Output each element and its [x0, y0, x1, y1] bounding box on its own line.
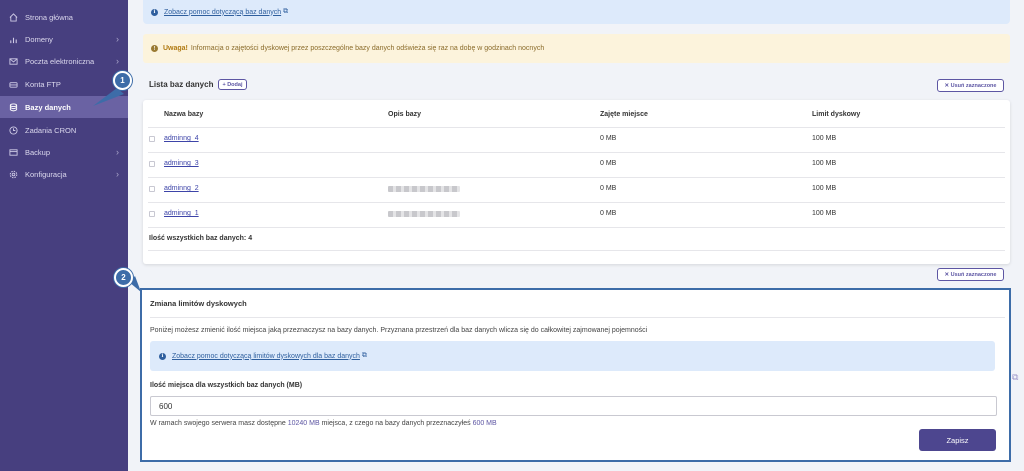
warning-title: Uwaga!	[163, 45, 188, 52]
help-link-limits[interactable]: Zobacz pomoc dotyczącą limitów dyskowych…	[172, 353, 360, 360]
gear-icon	[9, 170, 18, 179]
available-space: 10240 MB	[287, 420, 320, 427]
hint-text: W ramach swojego serwera masz dostępne	[150, 420, 288, 427]
sidebar-item-label: Bazy danych	[25, 102, 71, 112]
disk-limit: 100 MB	[812, 160, 837, 167]
used-space: 0 MB	[600, 185, 617, 192]
chevron-right-icon: ›	[116, 147, 119, 157]
table-row: adminng_1 0 MB 100 MB	[143, 202, 1010, 227]
home-icon	[9, 12, 18, 22]
disk-limit: 100 MB	[812, 185, 837, 192]
sidebar-item-label: Domeny	[25, 34, 53, 44]
limit-field-label: Ilość miejsca dla wszystkich baz danych …	[150, 382, 303, 389]
blurred-description	[388, 186, 460, 192]
database-name-link[interactable]: adminng_3	[164, 160, 199, 167]
database-list-title: Lista baz danych + Dodaj	[149, 79, 247, 90]
callout-marker-2: 2	[114, 268, 133, 287]
sidebar-item-domains[interactable]: Domeny ›	[0, 28, 128, 50]
add-database-button[interactable]: + Dodaj	[218, 79, 247, 90]
remove-selected-button[interactable]: ✕ Usuń zaznaczone	[937, 79, 1004, 92]
limit-hint: W ramach swojego serwera masz dostępne 1…	[150, 420, 497, 427]
row-checkbox[interactable]	[149, 211, 155, 217]
column-header-name: Nazwa bazy	[164, 111, 204, 118]
assigned-space: 600 MB	[472, 420, 497, 427]
limit-input[interactable]: 600	[150, 396, 997, 416]
row-checkbox[interactable]	[149, 161, 155, 167]
side-panel-icon[interactable]: ⧉	[1012, 372, 1024, 384]
database-table: Nazwa bazy Opis bazy Zajęte miejsce Limi…	[143, 100, 1010, 264]
archive-icon	[9, 148, 18, 157]
used-space: 0 MB	[600, 210, 617, 217]
database-name-link[interactable]: adminng_1	[164, 210, 199, 217]
info-icon: i	[159, 352, 166, 360]
sidebar-item-label: Zadania CRON	[25, 125, 77, 135]
divider	[148, 250, 1005, 251]
warning-banner: ! Uwaga! Informacja o zajętości dyskowej…	[143, 34, 1010, 63]
sidebar-item-config[interactable]: Konfiguracja ›	[0, 163, 128, 185]
warning-text: Informacja o zajętości dyskowej przez po…	[190, 45, 545, 52]
bar-chart-icon	[9, 35, 18, 44]
used-space: 0 MB	[600, 135, 617, 142]
chevron-right-icon: ›	[116, 34, 119, 44]
column-header-used: Zajęte miejsce	[600, 111, 648, 118]
divider	[148, 227, 1005, 228]
save-button[interactable]: Zapisz	[919, 429, 996, 451]
sidebar-item-label: Konta FTP	[25, 79, 61, 89]
sidebar-item-label: Backup	[25, 147, 51, 157]
disk-limit: 100 MB	[812, 210, 837, 217]
table-row: adminng_2 0 MB 100 MB	[143, 177, 1010, 202]
external-link-icon: ⧉	[361, 352, 367, 359]
database-count: Ilość wszystkich baz danych: 4	[149, 235, 253, 242]
table-row: adminng_4 0 MB 100 MB	[143, 127, 1010, 152]
sidebar-item-ftp[interactable]: Konta FTP	[0, 73, 128, 95]
divider	[150, 317, 1005, 318]
disk-limits-panel: Zmiana limitów dyskowych Poniżej możesz …	[140, 288, 1011, 462]
sidebar-item-backup[interactable]: Backup ›	[0, 141, 128, 163]
table-row: adminng_3 0 MB 100 MB	[143, 152, 1010, 177]
blurred-description	[388, 211, 460, 217]
remove-selected-button-bottom[interactable]: ✕ Usuń zaznaczone	[937, 268, 1004, 281]
disk-limit: 100 MB	[812, 135, 837, 142]
clock-icon	[9, 125, 18, 135]
hint-text: miejsca, z czego na bazy danych przeznac…	[319, 420, 473, 427]
column-header-desc: Opis bazy	[388, 111, 422, 118]
section-description: Poniżej możesz zmienić ilość miejsca jak…	[150, 327, 648, 334]
row-checkbox[interactable]	[149, 136, 155, 142]
row-checkbox[interactable]	[149, 186, 155, 192]
callout-marker-1: 1	[113, 71, 132, 90]
section-title: Zmiana limitów dyskowych	[150, 299, 247, 308]
list-title-text: Lista baz danych	[149, 80, 214, 89]
sidebar-item-cron[interactable]: Zadania CRON	[0, 119, 128, 141]
sidebar-item-label: Strona główna	[25, 12, 73, 22]
database-icon	[9, 102, 18, 112]
database-name-link[interactable]: adminng_4	[164, 135, 199, 142]
info-icon: i	[151, 8, 158, 16]
help-banner: i Zobacz pomoc dotyczącą baz danych ⧉	[143, 0, 1010, 24]
sidebar-item-label: Konfiguracja	[25, 169, 67, 179]
used-space: 0 MB	[600, 160, 617, 167]
help-link-databases[interactable]: Zobacz pomoc dotyczącą baz danych	[164, 9, 281, 16]
sidebar-item-email[interactable]: Poczta elektroniczna ›	[0, 50, 128, 72]
database-name-link[interactable]: adminng_2	[164, 185, 199, 192]
external-link-icon: ⧉	[283, 8, 289, 15]
mail-icon	[9, 57, 18, 66]
warning-icon: !	[151, 45, 158, 52]
chevron-right-icon: ›	[116, 56, 119, 66]
drive-icon	[9, 80, 18, 89]
sidebar-item-databases[interactable]: Bazy danych	[0, 96, 128, 118]
sidebar: Strona główna Domeny › Poczta elektronic…	[0, 0, 128, 471]
column-header-limit: Limit dyskowy	[812, 111, 861, 118]
chevron-right-icon: ›	[116, 169, 119, 179]
limits-help-banner: i Zobacz pomoc dotyczącą limitów dyskowy…	[150, 341, 995, 371]
sidebar-item-label: Poczta elektroniczna	[25, 56, 95, 66]
sidebar-item-home[interactable]: Strona główna	[0, 6, 128, 28]
